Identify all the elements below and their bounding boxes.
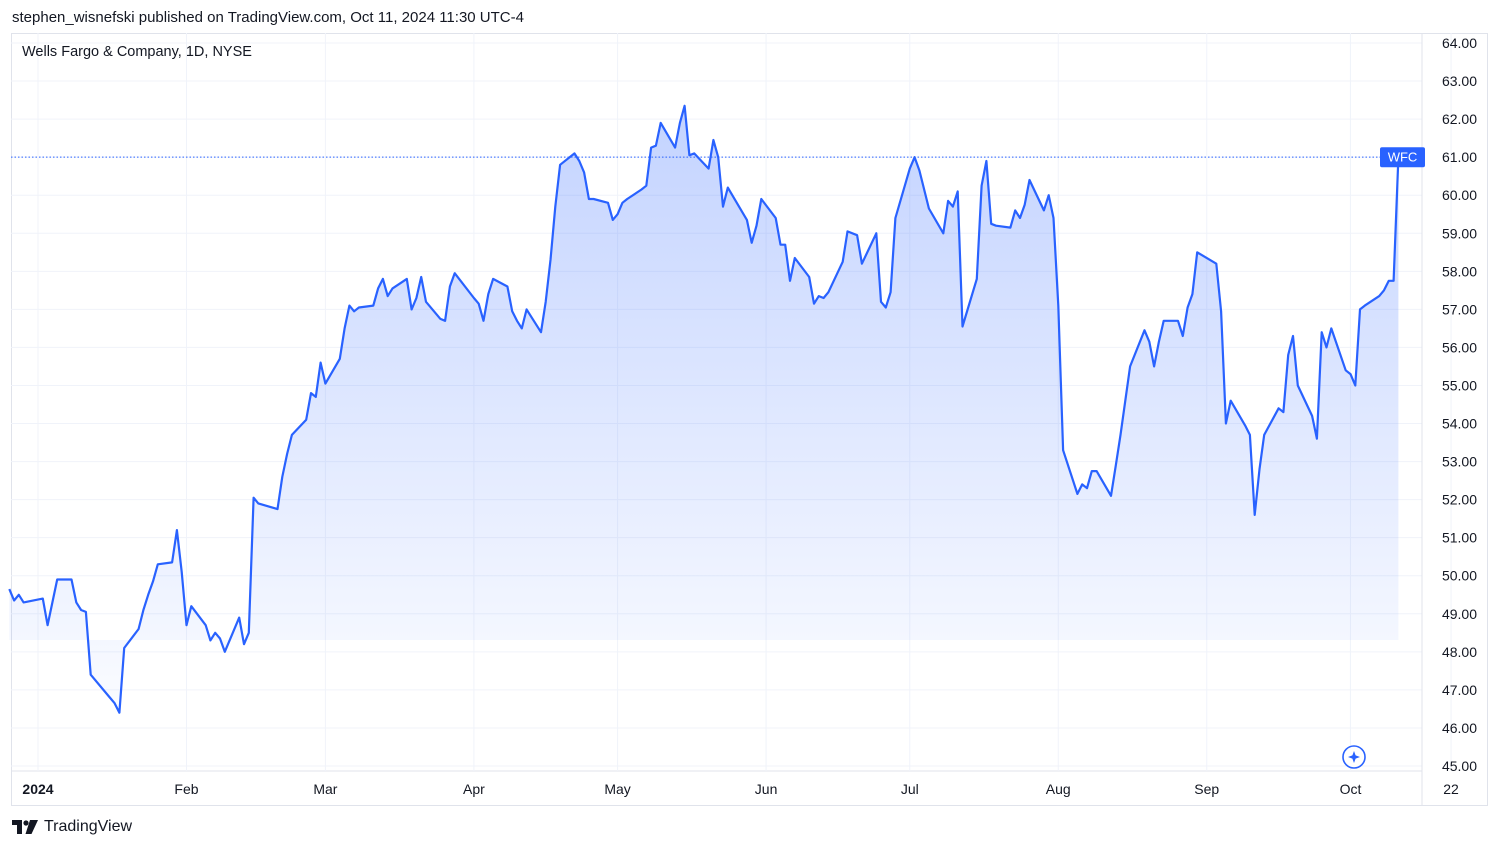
y-tick-label: 49.00 — [1442, 606, 1477, 622]
y-tick-label: 58.00 — [1442, 263, 1477, 279]
area-fill — [9, 105, 1399, 713]
symbol-title: Wells Fargo & Company, 1D, NYSE — [22, 44, 252, 60]
y-tick-label: 45.00 — [1442, 758, 1477, 774]
y-tick-label: 64.00 — [1442, 35, 1477, 51]
last-price-badge: WFC — [1380, 147, 1425, 168]
y-tick-label: 54.00 — [1442, 416, 1477, 432]
x-tick-label: Jul — [901, 781, 919, 797]
x-tick-label: 22 — [1443, 781, 1459, 797]
x-tick-label: May — [604, 781, 630, 797]
y-tick-label: 47.00 — [1442, 682, 1477, 698]
y-tick-label: 52.00 — [1442, 492, 1477, 508]
y-tick-label: 56.00 — [1442, 339, 1477, 355]
y-tick-label: 60.00 — [1442, 187, 1477, 203]
x-tick-label: Jun — [755, 781, 778, 797]
x-tick-label: Sep — [1194, 781, 1219, 797]
x-tick-label: Apr — [463, 781, 485, 797]
tradingview-footer-logo[interactable]: TradingView — [12, 817, 132, 837]
tradingview-logo-icon — [12, 820, 38, 834]
x-tick-label: Mar — [313, 781, 337, 797]
y-tick-label: 62.00 — [1442, 111, 1477, 127]
x-tick-label: 2024 — [22, 781, 53, 797]
x-tick-label: Oct — [1340, 781, 1362, 797]
y-tick-label: 46.00 — [1442, 720, 1477, 736]
x-axis[interactable]: 2024 Feb Mar Apr May Jun Jul Aug Sep Oct 22 — [22, 781, 1459, 797]
x-tick-label: Feb — [174, 781, 198, 797]
y-tick-label: 59.00 — [1442, 225, 1477, 241]
y-tick-label: 53.00 — [1442, 454, 1477, 470]
price-chart[interactable]: 64.00 63.00 62.00 61.00 60.00 59.00 58.00 57.00… — [0, 0, 1500, 848]
y-tick-label: 50.00 — [1442, 568, 1477, 584]
y-tick-label: 48.00 — [1442, 644, 1477, 660]
y-axis[interactable]: 64.00 63.00 62.00 61.00 60.00 59.00 58.00 57.00… — [1442, 35, 1477, 774]
x-tick-label: Aug — [1046, 781, 1071, 797]
y-tick-label: 55.00 — [1442, 377, 1477, 393]
price-area — [9, 105, 1399, 713]
y-tick-label: 61.00 — [1442, 149, 1477, 165]
compass-icon[interactable] — [1342, 745, 1366, 769]
y-tick-label: 63.00 — [1442, 73, 1477, 89]
ticker-badge-label: WFC — [1388, 150, 1418, 165]
tradingview-brand-text: TradingView — [44, 818, 133, 835]
y-tick-label: 51.00 — [1442, 530, 1477, 546]
y-tick-label: 57.00 — [1442, 301, 1477, 317]
